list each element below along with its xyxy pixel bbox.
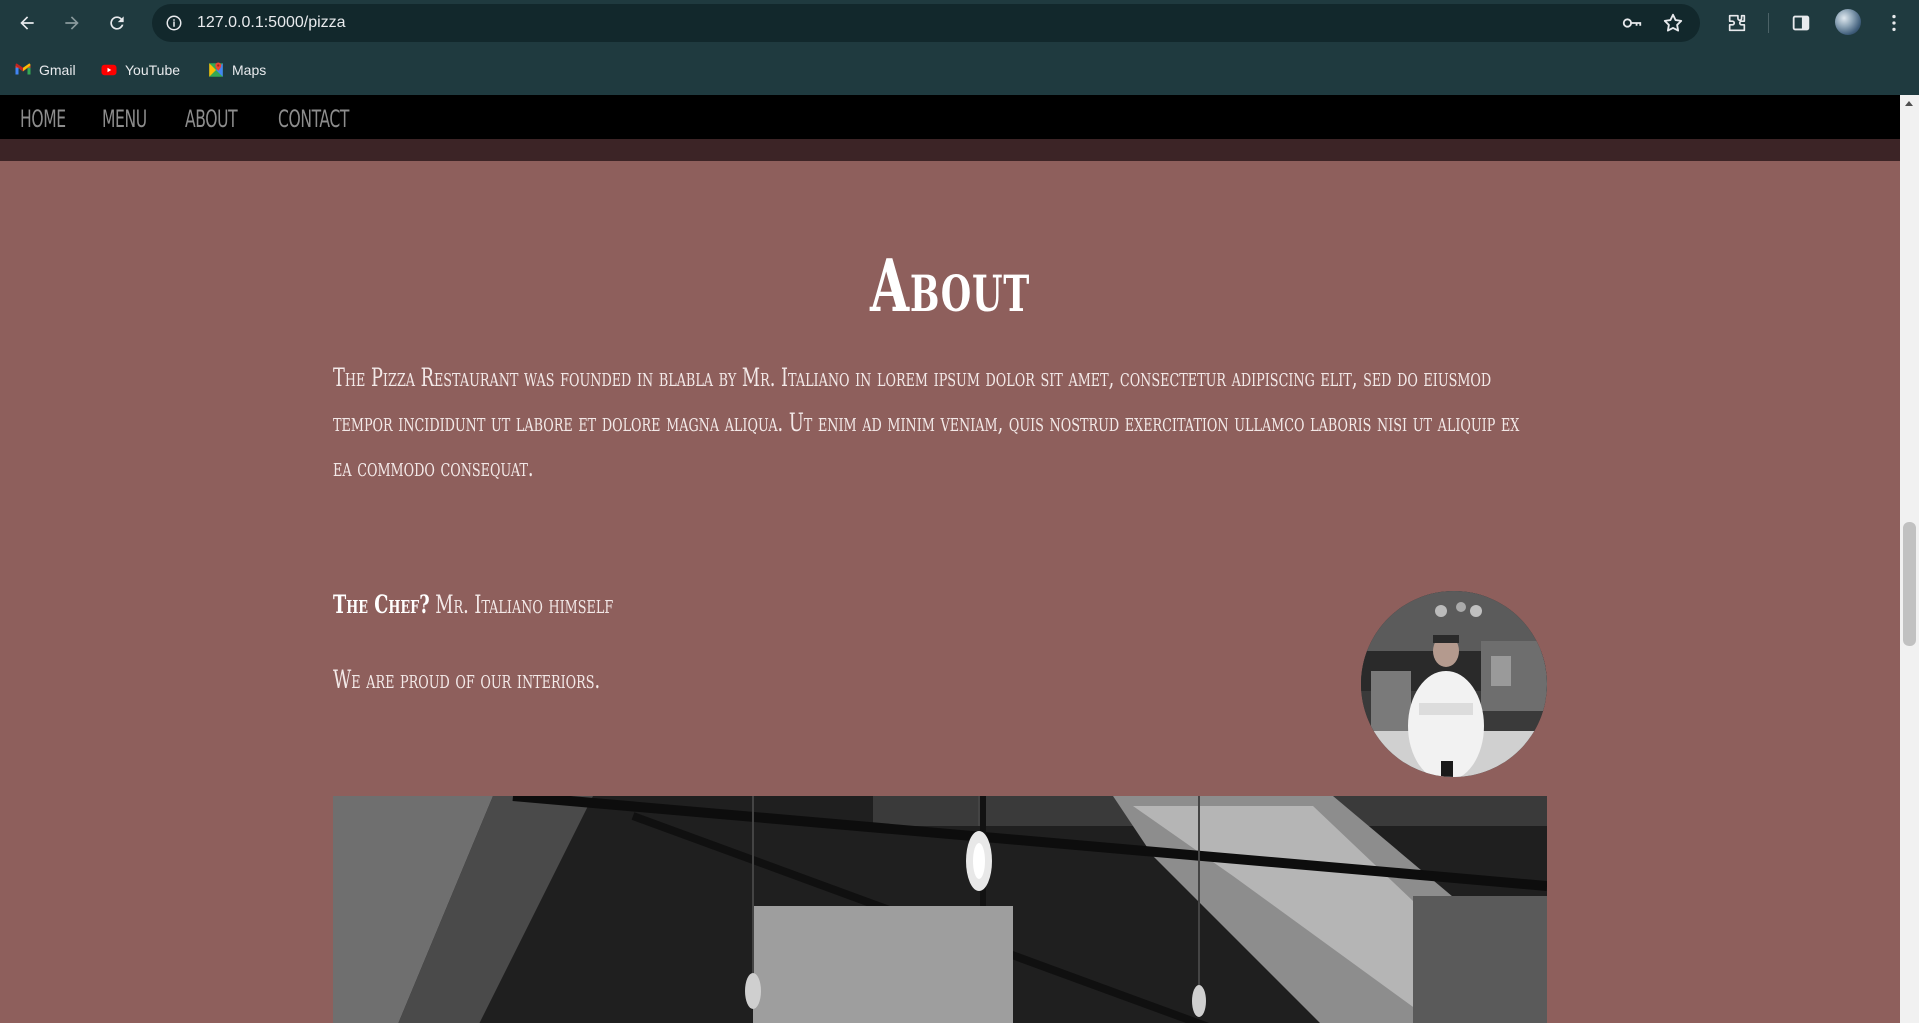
youtube-icon	[101, 64, 117, 76]
bookmark-youtube[interactable]: YouTube	[100, 58, 180, 82]
browser-toolbar: 127.0.0.1:5000/pizza	[0, 0, 1919, 46]
scroll-thumb[interactable]	[1903, 522, 1916, 646]
chef-name: Mr. Italiano himself	[429, 590, 614, 619]
url-text[interactable]: 127.0.0.1:5000/pizza	[197, 4, 346, 42]
chef-image	[1361, 591, 1547, 777]
extensions-button[interactable]	[1723, 9, 1751, 37]
bookmarks-bar: Gmail YouTube Maps	[0, 52, 1919, 88]
site-navbar: HOME MENU ABOUT CONTACT	[0, 95, 1900, 139]
gmail-icon	[15, 63, 31, 75]
chef-label: The Chef?	[333, 590, 430, 619]
info-icon	[166, 15, 182, 31]
bookmark-label: Gmail	[39, 62, 76, 78]
scroll-up-arrow-icon[interactable]	[1905, 101, 1913, 106]
star-icon	[1663, 13, 1683, 32]
back-button[interactable]	[12, 8, 42, 38]
bookmark-label: YouTube	[125, 62, 181, 78]
nav-contact-link[interactable]: CONTACT	[278, 105, 349, 139]
site-info-button[interactable]	[162, 11, 186, 35]
nav-menu-link[interactable]: MENU	[102, 105, 147, 139]
maps-icon	[209, 62, 223, 77]
side-panel-icon	[1792, 15, 1810, 31]
password-key-button[interactable]	[1620, 11, 1644, 35]
reload-icon	[110, 16, 124, 30]
toolbar-divider	[1768, 13, 1769, 33]
bookmark-maps[interactable]: Maps	[207, 58, 266, 82]
interior-image	[333, 796, 1547, 1023]
puzzle-icon	[1728, 14, 1746, 32]
page-scrollbar[interactable]	[1900, 95, 1919, 1023]
arrow-right-icon	[65, 16, 79, 30]
about-heading: About	[870, 243, 1030, 328]
browser-menu-button[interactable]	[1880, 9, 1908, 37]
interiors-text: We are proud of our interiors.	[333, 665, 601, 694]
about-paragraph: The Pizza Restaurant was founded in blab…	[333, 363, 1520, 482]
side-panel-button[interactable]	[1787, 9, 1815, 37]
bookmark-star-button[interactable]	[1661, 11, 1685, 35]
nav-about-link[interactable]: ABOUT	[185, 105, 238, 139]
navbar-shadow	[0, 139, 1900, 161]
profile-avatar[interactable]	[1835, 9, 1861, 35]
key-icon	[1622, 18, 1642, 28]
address-bar[interactable]: 127.0.0.1:5000/pizza	[152, 4, 1700, 42]
interior-photo	[333, 796, 1547, 1023]
arrow-left-icon	[20, 16, 34, 30]
more-vertical-icon	[1892, 14, 1896, 32]
chef-photo	[1361, 591, 1547, 777]
page-viewport: HOME MENU ABOUT CONTACT About The Pizza …	[0, 95, 1900, 1023]
chef-line: The Chef? Mr. Italiano himself	[333, 590, 613, 619]
nav-home-link[interactable]: HOME	[20, 105, 66, 139]
forward-button[interactable]	[57, 8, 87, 38]
browser-chrome: 127.0.0.1:5000/pizza Gmail YouTube Maps	[0, 0, 1919, 95]
bookmark-gmail[interactable]: Gmail	[14, 58, 76, 82]
bookmark-label: Maps	[232, 62, 267, 78]
reload-button[interactable]	[102, 8, 132, 38]
